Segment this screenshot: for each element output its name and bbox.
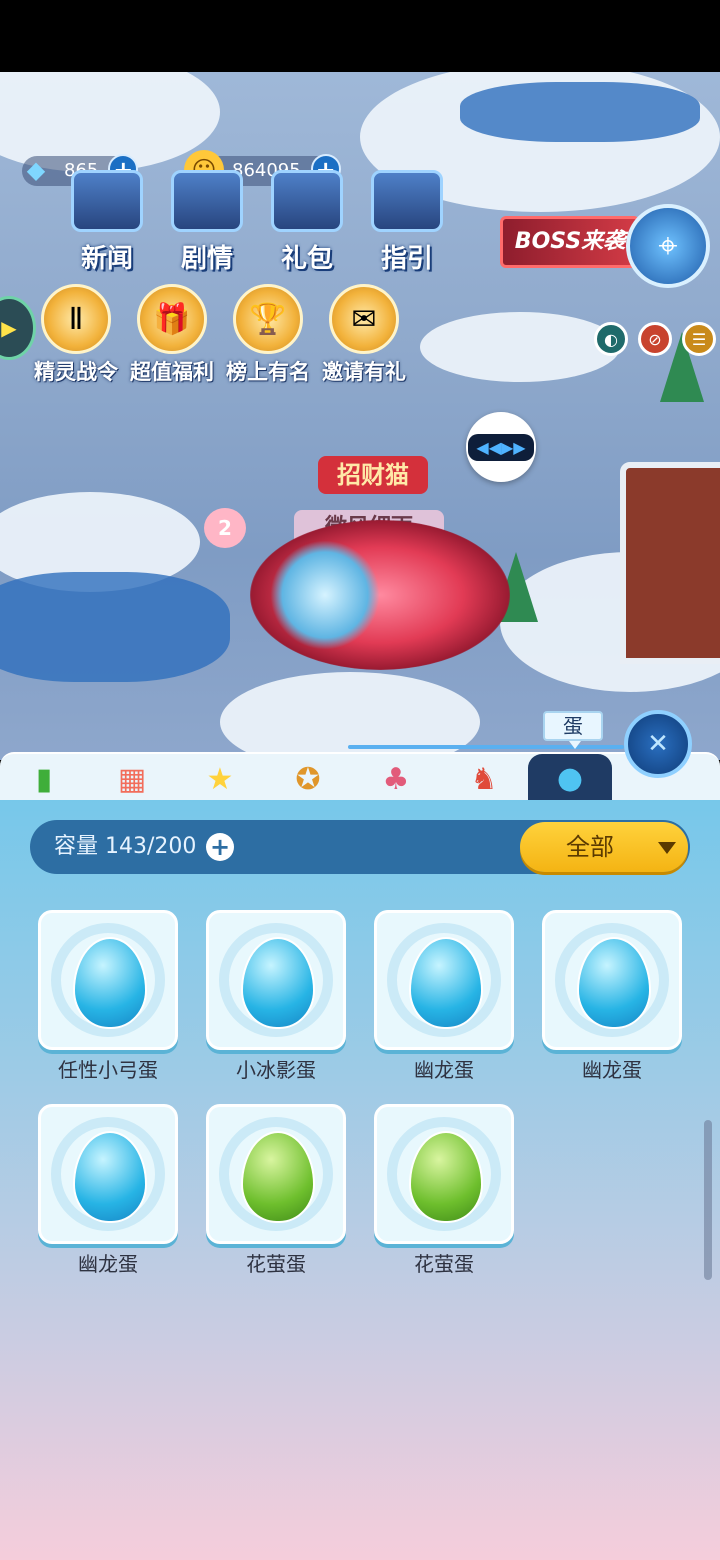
- dress-icon: ♣: [382, 761, 410, 797]
- egg-card: [374, 1104, 514, 1244]
- trophy-icon: 🏆: [233, 284, 303, 354]
- active-tab-tooltip: 蛋: [543, 711, 603, 749]
- egg-item[interactable]: 小冰影蛋: [206, 910, 346, 1090]
- egg-item[interactable]: 幽龙蛋: [38, 1104, 178, 1284]
- invite-label: 邀请有礼: [322, 360, 406, 384]
- value-welfare-label: 超值福利: [130, 360, 214, 384]
- egg-card: [38, 1104, 178, 1244]
- guide-label: 指引: [380, 244, 433, 274]
- capacity-bar: 容量 143/200 + 全部: [30, 820, 690, 874]
- filter-selected: 全部: [566, 833, 614, 861]
- pet-level-badge: 2: [204, 508, 246, 548]
- gift-pack-label: 礼包: [280, 244, 333, 274]
- boss-event-button[interactable]: BOSS来袭: [500, 216, 640, 268]
- leaderboard-button[interactable]: 🏆 榜上有名: [218, 284, 318, 386]
- tab-rocking-horse[interactable]: ♞: [442, 756, 526, 802]
- story-label: 剧情: [180, 244, 233, 274]
- capacity-value: 143/200: [105, 834, 197, 859]
- tab-star-crate[interactable]: ✪: [266, 756, 350, 802]
- egg-item[interactable]: 任性小弓蛋: [38, 910, 178, 1090]
- news-icon: [71, 170, 143, 232]
- cabin: [620, 462, 720, 664]
- story-button[interactable]: 剧情: [162, 170, 252, 280]
- egg-icon: ●: [556, 760, 584, 796]
- blocks-icon: ▦: [117, 761, 147, 797]
- egg-icon: [241, 937, 315, 1029]
- egg-card: [206, 1104, 346, 1244]
- news-label: 新闻: [80, 244, 133, 274]
- battle-pass-button[interactable]: Ⅱ 精灵战令: [26, 284, 126, 386]
- leaderboard-label: 榜上有名: [226, 360, 310, 384]
- invite-envelope-icon: ✉: [329, 284, 399, 354]
- invite-button[interactable]: ✉ 邀请有礼: [314, 284, 414, 386]
- map-icon: ⌖: [658, 226, 678, 266]
- water-area: [0, 572, 230, 682]
- tab-blocks[interactable]: ▦: [90, 756, 174, 802]
- guide-icon: [371, 170, 443, 232]
- battle-pass-label: 精灵战令: [34, 360, 118, 384]
- egg-item[interactable]: 花萤蛋: [374, 1104, 514, 1284]
- egg-card: [374, 910, 514, 1050]
- status-bar: [0, 0, 720, 72]
- gift-pack-button[interactable]: 礼包: [262, 170, 352, 280]
- egg-name: 花萤蛋: [414, 1252, 474, 1276]
- gift-box-icon: 🎁: [137, 284, 207, 354]
- bag-tab-bar: ▮ ▦ ★ ✪ ♣ ♞ ●: [0, 752, 720, 802]
- egg-icon: [73, 937, 147, 1029]
- news-button[interactable]: 新闻: [62, 170, 152, 280]
- chevron-down-icon: [658, 842, 676, 854]
- egg-icon: [409, 937, 483, 1029]
- egg-icon: [241, 1131, 315, 1223]
- star-wand-icon: ★: [206, 761, 234, 797]
- scrollbar[interactable]: [704, 1120, 712, 1280]
- mute-icon[interactable]: ⊘: [638, 322, 672, 356]
- pet-character-wing: [270, 540, 380, 650]
- tab-battery[interactable]: ▮: [2, 756, 86, 802]
- pet-title: 招财猫: [318, 456, 428, 494]
- egg-item[interactable]: 幽龙蛋: [542, 910, 682, 1090]
- egg-icon: [409, 1131, 483, 1223]
- map-button[interactable]: ⌖: [626, 204, 710, 288]
- gift-pack-icon: [271, 170, 343, 232]
- egg-name: 幽龙蛋: [414, 1058, 474, 1082]
- egg-card: [542, 910, 682, 1050]
- egg-item[interactable]: 幽龙蛋: [374, 910, 514, 1090]
- gem-icon: ◆: [26, 156, 46, 184]
- swap-arrows-icon: ◀◀▶▶: [468, 433, 534, 461]
- close-icon: ✕: [647, 729, 669, 759]
- egg-card: [38, 910, 178, 1050]
- egg-item[interactable]: 花萤蛋: [206, 1104, 346, 1284]
- egg-name: 花萤蛋: [246, 1252, 306, 1276]
- story-icon: [171, 170, 243, 232]
- guide-button[interactable]: 指引: [362, 170, 452, 280]
- egg-icon: [577, 937, 651, 1029]
- egg-name: 幽龙蛋: [582, 1058, 642, 1082]
- egg-card: [206, 910, 346, 1050]
- filter-dropdown[interactable]: 全部: [520, 822, 688, 872]
- egg-name: 幽龙蛋: [78, 1252, 138, 1276]
- tab-indicator-line: [348, 745, 624, 749]
- egg-name: 任性小弓蛋: [58, 1058, 158, 1082]
- switch-view-button[interactable]: ◀◀▶▶: [466, 412, 536, 482]
- menu-list-icon[interactable]: ☰: [682, 322, 716, 356]
- capacity-label: 容量: [54, 834, 99, 859]
- egg-icon: [73, 1131, 147, 1223]
- water-area: [460, 82, 700, 142]
- snow-patch: [420, 312, 620, 382]
- tab-egg[interactable]: ●: [528, 754, 612, 802]
- egg-inventory-panel: 容量 143/200 + 全部 任性小弓蛋 小冰影蛋 幽龙蛋 幽龙蛋 幽龙蛋 花…: [0, 800, 720, 1560]
- rocking-horse-icon: ♞: [470, 761, 498, 797]
- capacity-text: 容量 143/200: [54, 820, 196, 874]
- tab-star-wand[interactable]: ★: [178, 756, 262, 802]
- star-crate-icon: ✪: [295, 761, 321, 797]
- battle-pass-icon: Ⅱ: [41, 284, 111, 354]
- battery-icon: ▮: [35, 761, 53, 797]
- egg-name: 小冰影蛋: [236, 1058, 316, 1082]
- sound-icon[interactable]: ◐: [594, 322, 628, 356]
- expand-capacity-button[interactable]: +: [206, 833, 234, 861]
- value-welfare-button[interactable]: 🎁 超值福利: [122, 284, 222, 386]
- close-button[interactable]: ✕: [624, 710, 692, 778]
- tab-dress[interactable]: ♣: [354, 756, 438, 802]
